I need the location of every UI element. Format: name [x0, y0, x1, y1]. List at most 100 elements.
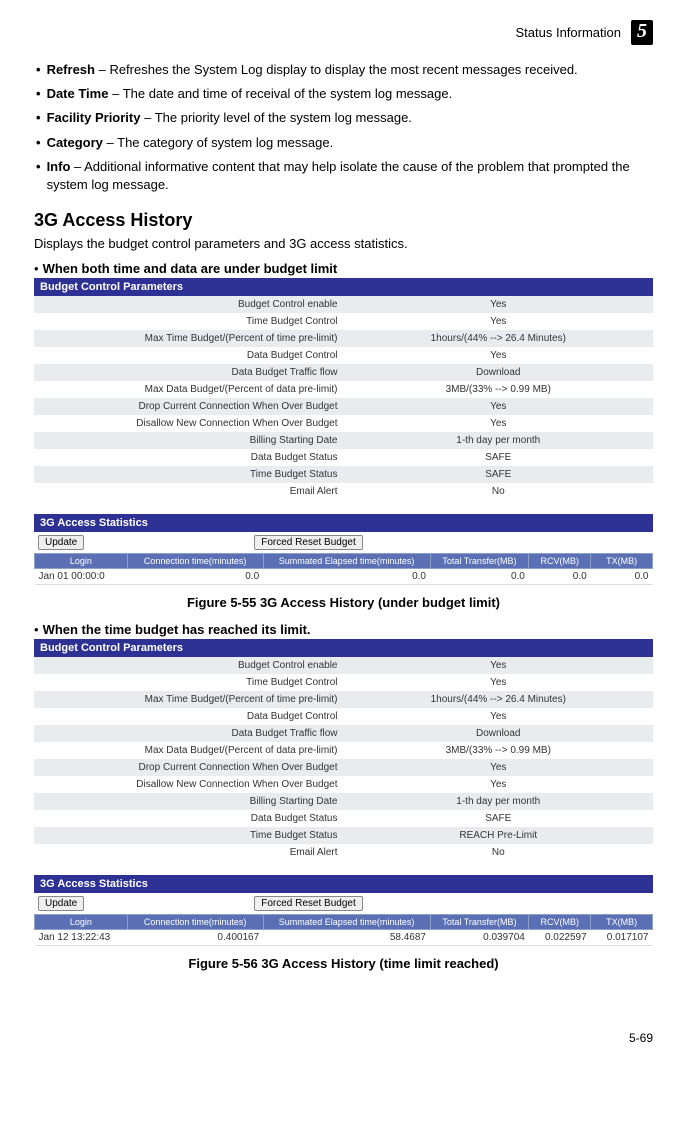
param-value: SAFE	[344, 466, 654, 483]
stats-cell: 0.0	[591, 569, 653, 585]
param-row: Time Budget ControlYes	[34, 674, 653, 691]
param-value: SAFE	[344, 810, 654, 827]
param-label: Email Alert	[34, 844, 344, 861]
budget-params-table: Budget Control enableYesTime Budget Cont…	[34, 657, 653, 861]
forced-reset-button[interactable]: Forced Reset Budget	[254, 896, 363, 911]
stats-col-header: TX(MB)	[591, 915, 653, 930]
param-value: Yes	[344, 674, 654, 691]
stats-cell: 0.0	[263, 569, 430, 585]
figure-caption-56: Figure 5-56 3G Access History (time limi…	[34, 956, 653, 971]
param-value: No	[344, 483, 654, 500]
stats-cell: 0.400167	[127, 930, 263, 946]
stats-col-header: Connection time(minutes)	[127, 554, 263, 569]
param-value: Yes	[344, 759, 654, 776]
section-heading: 3G Access History	[34, 210, 653, 231]
param-label: Time Budget Control	[34, 674, 344, 691]
param-row: Time Budget StatusREACH Pre-Limit	[34, 827, 653, 844]
param-row: Budget Control enableYes	[34, 657, 653, 674]
stats-cell: 0.0	[430, 569, 529, 585]
param-row: Time Budget ControlYes	[34, 313, 653, 330]
param-row: Email AlertNo	[34, 483, 653, 500]
param-label: Disallow New Connection When Over Budget	[34, 415, 344, 432]
param-label: Data Budget Status	[34, 810, 344, 827]
definition-item: • Info – Additional informative content …	[34, 158, 653, 194]
page-header: Status Information 5	[34, 20, 653, 45]
bullet-icon: •	[36, 109, 41, 127]
stats-col-header: Total Transfer(MB)	[430, 915, 529, 930]
param-value: REACH Pre-Limit	[344, 827, 654, 844]
param-value: 3MB/(33% --> 0.99 MB)	[344, 742, 654, 759]
stats-cell: 0.039704	[430, 930, 529, 946]
update-button[interactable]: Update	[38, 535, 84, 550]
stats-col-header: RCV(MB)	[529, 915, 591, 930]
stats-col-header: RCV(MB)	[529, 554, 591, 569]
header-section: Status Information	[516, 25, 622, 40]
param-label: Time Budget Status	[34, 466, 344, 483]
param-row: Budget Control enableYes	[34, 296, 653, 313]
figure-caption-55: Figure 5-55 3G Access History (under bud…	[34, 595, 653, 610]
param-row: Data Budget StatusSAFE	[34, 810, 653, 827]
param-label: Budget Control enable	[34, 296, 344, 313]
stats-cell: 0.017107	[591, 930, 653, 946]
param-row: Data Budget Traffic flowDownload	[34, 364, 653, 381]
param-row: Data Budget ControlYes	[34, 708, 653, 725]
param-label: Email Alert	[34, 483, 344, 500]
param-value: Yes	[344, 398, 654, 415]
param-row: Max Data Budget/(Percent of data pre-lim…	[34, 742, 653, 759]
param-row: Disallow New Connection When Over Budget…	[34, 415, 653, 432]
param-row: Billing Starting Date1-th day per month	[34, 432, 653, 449]
update-button[interactable]: Update	[38, 896, 84, 911]
param-value: Yes	[344, 347, 654, 364]
param-row: Drop Current Connection When Over Budget…	[34, 759, 653, 776]
param-value: 1-th day per month	[344, 432, 654, 449]
stats-cell: Jan 01 00:00:0	[35, 569, 128, 585]
definition-item: • Category – The category of system log …	[34, 134, 653, 152]
budget-panel-title: Budget Control Parameters	[34, 278, 653, 296]
definition-text: Facility Priority – The priority level o…	[47, 109, 412, 127]
definition-text: Date Time – The date and time of receiva…	[47, 85, 453, 103]
param-label: Max Time Budget/(Percent of time pre-lim…	[34, 330, 344, 347]
bullet-icon: •	[36, 61, 41, 79]
forced-reset-button[interactable]: Forced Reset Budget	[254, 535, 363, 550]
param-label: Data Budget Control	[34, 347, 344, 364]
param-value: No	[344, 844, 654, 861]
budget-params-table: Budget Control enableYesTime Budget Cont…	[34, 296, 653, 500]
stats-cell: Jan 12 13:22:43	[35, 930, 128, 946]
stats-cell: 0.022597	[529, 930, 591, 946]
stats-cell: 0.0	[127, 569, 263, 585]
stats-button-row: Update Forced Reset Budget	[34, 893, 653, 914]
param-label: Drop Current Connection When Over Budget	[34, 398, 344, 415]
param-value: Yes	[344, 776, 654, 793]
bullet-icon: •	[36, 134, 41, 152]
scenario1-screenshot: Budget Control Parameters Budget Control…	[34, 278, 653, 585]
param-label: Max Data Budget/(Percent of data pre-lim…	[34, 381, 344, 398]
param-row: Email AlertNo	[34, 844, 653, 861]
param-row: Max Time Budget/(Percent of time pre-lim…	[34, 330, 653, 347]
param-label: Time Budget Control	[34, 313, 344, 330]
param-row: Disallow New Connection When Over Budget…	[34, 776, 653, 793]
param-value: Yes	[344, 296, 654, 313]
param-row: Data Budget ControlYes	[34, 347, 653, 364]
param-value: Download	[344, 725, 654, 742]
section-intro: Displays the budget control parameters a…	[34, 235, 653, 253]
definition-item: • Refresh – Refreshes the System Log dis…	[34, 61, 653, 79]
stats-cell: 0.0	[529, 569, 591, 585]
param-value: Yes	[344, 708, 654, 725]
param-label: Data Budget Traffic flow	[34, 364, 344, 381]
stats-col-header: Login	[35, 915, 128, 930]
param-label: Disallow New Connection When Over Budget	[34, 776, 344, 793]
page-number: 5-69	[34, 1031, 653, 1045]
param-row: Drop Current Connection When Over Budget…	[34, 398, 653, 415]
stats-panel-title: 3G Access Statistics	[34, 514, 653, 532]
scenario1-label: •When both time and data are under budge…	[34, 261, 653, 276]
definitions-list: • Refresh – Refreshes the System Log dis…	[34, 61, 653, 194]
param-value: Yes	[344, 415, 654, 432]
budget-panel-title: Budget Control Parameters	[34, 639, 653, 657]
stats-col-header: TX(MB)	[591, 554, 653, 569]
stats-col-header: Summated Elapsed time(minutes)	[263, 915, 430, 930]
definition-item: • Date Time – The date and time of recei…	[34, 85, 653, 103]
stats-button-row: Update Forced Reset Budget	[34, 532, 653, 553]
bullet-icon: •	[36, 158, 41, 194]
bullet-icon: •	[36, 85, 41, 103]
scenario2-label: •When the time budget has reached its li…	[34, 622, 653, 637]
